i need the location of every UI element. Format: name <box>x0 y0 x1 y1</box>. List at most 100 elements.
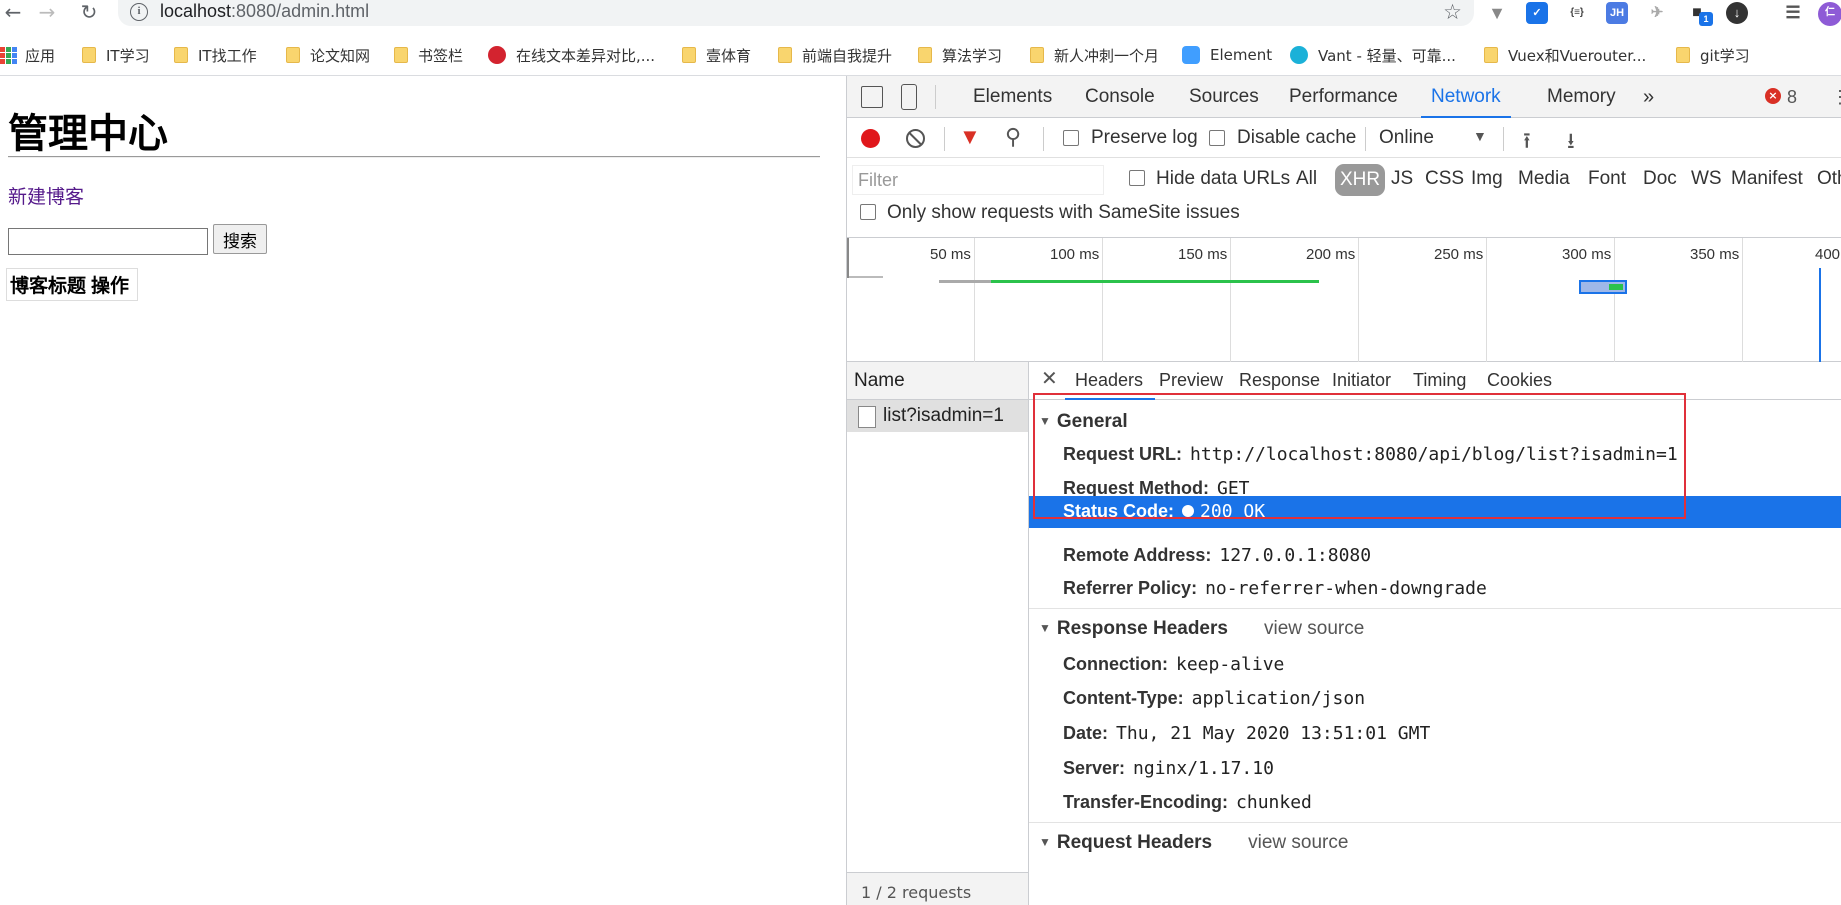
request-row[interactable]: list?isadmin=1 <box>847 400 1028 432</box>
error-count[interactable]: 8 <box>1787 76 1797 118</box>
search-input[interactable] <box>8 228 208 255</box>
tab-network[interactable]: Network <box>1421 76 1511 118</box>
view-source-link[interactable]: view source <box>1248 832 1348 853</box>
close-icon[interactable]: ✕ <box>1041 366 1058 390</box>
jh-extension-icon[interactable]: JH <box>1606 2 1628 24</box>
download-icon[interactable]: ↓ <box>1726 2 1748 24</box>
tab-sources[interactable]: Sources <box>1189 76 1259 118</box>
filter-type-img[interactable]: Img <box>1471 168 1503 190</box>
view-source-link[interactable]: view source <box>1264 618 1364 639</box>
site-info-icon[interactable]: i <box>130 3 148 21</box>
tab-preview[interactable]: Preview <box>1159 370 1223 391</box>
bookmark-apps[interactable]: 应用 <box>0 44 55 66</box>
disable-cache-checkbox[interactable] <box>1209 130 1225 146</box>
bookmark-label: git学习 <box>1700 46 1750 65</box>
error-icon[interactable]: × <box>1765 88 1781 104</box>
timeline-gridline <box>1486 238 1487 362</box>
bookmark-frontend[interactable]: 前端自我提升 <box>778 44 892 66</box>
clear-icon[interactable] <box>906 129 925 148</box>
section-divider <box>1029 608 1841 609</box>
header-row: Content-Type: application/json <box>1063 688 1366 709</box>
filter-type-css[interactable]: CSS <box>1425 168 1464 190</box>
tab-timing[interactable]: Timing <box>1413 370 1466 391</box>
filter-icon[interactable]: ▼ <box>959 124 981 150</box>
inspect-element-icon[interactable] <box>861 86 883 108</box>
filter-type-font[interactable]: Font <box>1588 168 1626 190</box>
search-icon[interactable]: ⚲ <box>1005 124 1021 150</box>
devtools-tabbar: Elements Console Sources Performance Net… <box>847 76 1841 118</box>
timeline-start-marker <box>847 238 849 278</box>
bookmark-sports[interactable]: 壹体育 <box>682 44 751 66</box>
samesite-checkbox[interactable] <box>860 204 876 220</box>
new-blog-link[interactable]: 新建博客 <box>8 182 84 209</box>
extension-blue-icon[interactable]: ✓ <box>1526 2 1548 24</box>
bookmark-it-study[interactable]: IT学习 <box>82 44 150 66</box>
folder-icon <box>286 47 300 63</box>
filter-type-manifest[interactable]: Manifest <box>1731 168 1803 190</box>
tab-console[interactable]: Console <box>1085 76 1155 118</box>
bookmark-git[interactable]: git学习 <box>1676 44 1750 66</box>
throttling-select[interactable]: Online <box>1379 127 1434 149</box>
folder-icon <box>918 47 932 63</box>
filter-type-doc[interactable]: Doc <box>1643 168 1677 190</box>
forward-icon[interactable]: → <box>34 0 60 26</box>
timeline-tick: 250 ms <box>1434 246 1484 263</box>
bookmark-element[interactable]: Element <box>1182 44 1272 66</box>
filter-type-xhr[interactable]: XHR <box>1335 164 1386 196</box>
name-column-header[interactable]: Name <box>847 362 1028 400</box>
bookmark-text-diff[interactable]: 在线文本差异对比,... <box>488 44 655 66</box>
filter-input[interactable]: Filter <box>852 165 1104 195</box>
json-icon[interactable]: {≡} <box>1566 2 1588 24</box>
bookmark-algorithm[interactable]: 算法学习 <box>918 44 1002 66</box>
bird-extension-icon[interactable]: ✈ <box>1646 2 1668 24</box>
request-headers-title[interactable]: ▼ Request Headers view source <box>1039 832 1348 854</box>
bookmark-it-job[interactable]: IT找工作 <box>174 44 257 66</box>
tab-initiator[interactable]: Initiator <box>1332 370 1391 391</box>
tab-headers[interactable]: Headers <box>1064 370 1156 400</box>
chevron-down-icon[interactable]: ▼ <box>1473 128 1487 144</box>
hide-data-urls-checkbox[interactable] <box>1129 170 1145 186</box>
bookmark-vuex[interactable]: Vuex和Vuerouter... <box>1484 44 1646 66</box>
bookmark-cnki[interactable]: 论文知网 <box>286 44 370 66</box>
tab-memory[interactable]: Memory <box>1547 76 1616 118</box>
more-tabs-icon[interactable]: » <box>1643 76 1654 118</box>
devtools-menu-icon[interactable]: ⋮ <box>1831 76 1841 118</box>
folder-icon <box>1484 47 1498 63</box>
tab-performance[interactable]: Performance <box>1289 76 1398 118</box>
address-bar[interactable]: i localhost:8080/admin.html ☆ <box>118 0 1474 26</box>
reload-icon[interactable]: ↻ <box>76 0 102 26</box>
filter-type-other[interactable]: Oth <box>1817 168 1841 190</box>
back-icon[interactable]: ← <box>0 0 26 26</box>
tab-cookies[interactable]: Cookies <box>1487 370 1552 391</box>
bookmark-newbie[interactable]: 新人冲刺一个月 <box>1030 44 1159 66</box>
tab-response[interactable]: Response <box>1239 370 1320 391</box>
filter-type-media[interactable]: Media <box>1518 168 1570 190</box>
timeline-tick: 50 ms <box>930 246 971 263</box>
device-toolbar-icon[interactable] <box>901 84 917 110</box>
filter-type-all[interactable]: All <box>1296 168 1317 190</box>
vue-devtools-icon[interactable]: ▼ <box>1486 2 1508 24</box>
toolbar-separator <box>1043 127 1044 151</box>
toolbar-separator <box>1365 127 1366 151</box>
timeline-bar-waiting <box>939 280 991 283</box>
profile-avatar[interactable]: 仁 <box>1818 2 1841 26</box>
response-headers-title[interactable]: ▼ Response Headers view source <box>1039 618 1364 640</box>
title-divider <box>8 156 820 158</box>
folder-icon <box>174 47 188 63</box>
import-har-icon[interactable]: ⭱ <box>1523 124 1531 162</box>
reading-list-icon[interactable]: ☰ <box>1782 2 1804 24</box>
bookmarks-bar: 应用 IT学习 IT找工作 论文知网 书签栏 在线文本差异对比,... 壹体育 … <box>0 38 1841 68</box>
filter-type-js[interactable]: JS <box>1391 168 1413 190</box>
filter-type-ws[interactable]: WS <box>1691 168 1722 190</box>
timeline-tick: 100 ms <box>1050 246 1100 263</box>
network-timeline[interactable]: 50 ms 100 ms 150 ms 200 ms 250 ms 300 ms… <box>847 238 1841 362</box>
bookmark-star-icon[interactable]: ☆ <box>1443 0 1462 24</box>
bookmark-bar-folder[interactable]: 书签栏 <box>394 44 463 66</box>
tab-elements[interactable]: Elements <box>973 76 1052 118</box>
record-icon[interactable] <box>861 129 880 148</box>
search-button[interactable]: 搜索 <box>213 224 267 254</box>
preserve-log-checkbox[interactable] <box>1063 130 1079 146</box>
bookmark-vant[interactable]: Vant - 轻量、可靠... <box>1290 44 1456 66</box>
header-row: Connection: keep-alive <box>1063 654 1285 675</box>
export-har-icon[interactable]: ⭳ <box>1567 124 1575 162</box>
